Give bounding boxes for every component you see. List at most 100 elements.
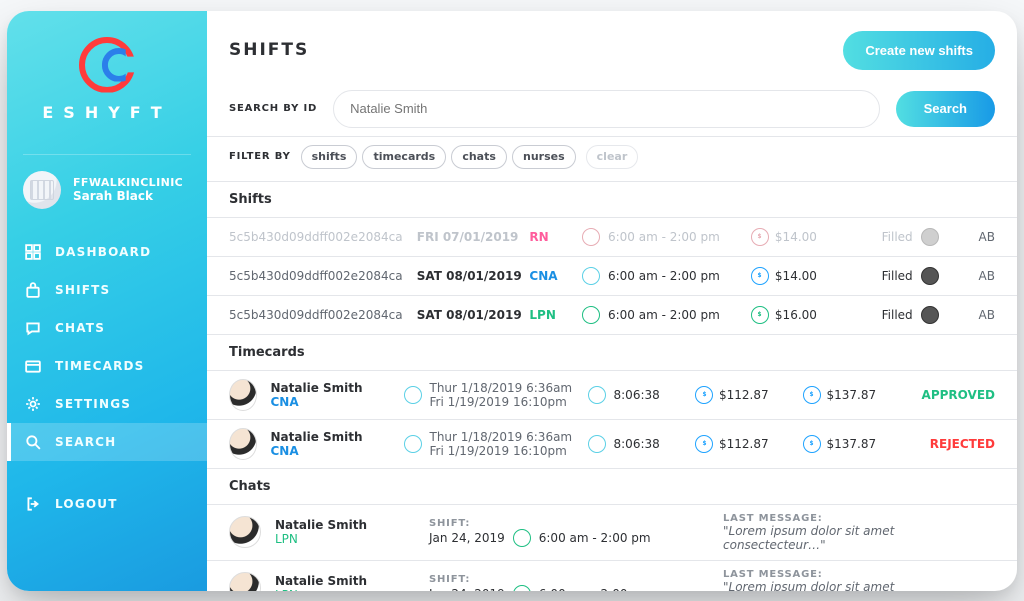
filter-chips: shifts timecards chats nurses	[301, 145, 576, 169]
clock-icon	[588, 386, 606, 404]
svg-text:$: $	[758, 273, 762, 279]
search-button[interactable]: Search	[896, 91, 995, 127]
sidebar-item-timecards[interactable]: TIMECARDS	[7, 347, 207, 385]
filter-chip-nurses[interactable]: nurses	[512, 145, 576, 169]
chats-list: Natalie SmithLPN SHIFT:Jan 24, 20196:00 a…	[207, 505, 1017, 591]
shift-date: FRI 07/01/2019	[417, 230, 530, 244]
sidebar-item-chats[interactable]: CHATS	[7, 309, 207, 347]
brand: ESHYFT	[7, 11, 207, 140]
filter-clear-chip[interactable]: clear	[586, 145, 639, 169]
timecard-name: Natalie SmithCNA	[271, 381, 390, 409]
shift-time: 6:00 am - 2:00 pm	[582, 306, 751, 324]
chat-name: Natalie SmithLPN	[275, 518, 415, 546]
filter-chip-shifts[interactable]: shifts	[301, 145, 358, 169]
timecard-amount2: $ $137.87	[803, 435, 897, 453]
section-shifts-title: Shifts	[207, 182, 1017, 218]
sidebar: ESHYFT FFWALKINCLINIC Sarah Black DASHBO…	[7, 11, 207, 591]
search-icon	[25, 434, 41, 450]
shift-time: 6:00 am - 2:00 pm	[582, 267, 751, 285]
shift-status: Filled	[845, 306, 939, 324]
avatar-icon	[229, 516, 261, 548]
svg-text:$: $	[809, 392, 813, 398]
sidebar-item-logout[interactable]: LOGOUT	[7, 485, 207, 523]
sidebar-item-shifts[interactable]: SHIFTS	[7, 271, 207, 309]
clock-icon	[404, 435, 422, 453]
nav: DASHBOARDSHIFTSCHATS TIMECARDS SETTINGS SEA…	[7, 225, 207, 523]
shift-code: AB	[939, 269, 995, 283]
cup-icon	[582, 228, 600, 246]
shift-row[interactable]: 5c5b430d09ddff002e2084caSAT 08/01/2019LP…	[207, 296, 1017, 335]
chat-last: LAST MESSAGE:"Lorem ipsum dolor sit amet…	[723, 513, 995, 552]
section-chats-title: Chats	[207, 469, 1017, 505]
shift-role: LPN	[529, 308, 582, 322]
shift-status: Filled	[845, 228, 939, 246]
money-icon: $	[695, 435, 713, 453]
shift-role: CNA	[529, 269, 582, 283]
chat-name: Natalie SmithLPN	[275, 574, 415, 591]
svg-text:$: $	[702, 392, 706, 398]
org-name: FFWALKINCLINIC	[73, 176, 183, 189]
shift-rate: $ $14.00	[751, 228, 845, 246]
filter-chip-chats[interactable]: chats	[451, 145, 507, 169]
timecard-duration: 8:06:38	[588, 435, 682, 453]
shift-code: AB	[939, 230, 995, 244]
cup-icon	[582, 267, 600, 285]
app-window: { "brand":{"name":"ESHYFT"}, "profile":{…	[7, 11, 1017, 591]
shift-role: RN	[529, 230, 582, 244]
shift-code: AB	[939, 308, 995, 322]
money-icon: $	[695, 386, 713, 404]
timecard-amount2: $ $137.87	[803, 386, 897, 404]
dashboard-icon	[25, 244, 41, 260]
cup-icon	[582, 306, 600, 324]
avatar-icon	[229, 379, 257, 411]
timecard-range: Thur 1/18/2019 6:36amFri 1/19/2019 16:10…	[404, 381, 574, 409]
sidebar-item-settings[interactable]: SETTINGS	[7, 385, 207, 423]
create-shifts-button[interactable]: Create new shifts	[843, 31, 995, 70]
clock-icon	[588, 435, 606, 453]
shift-row[interactable]: 5c5b430d09ddff002e2084caFRI 07/01/2019RN…	[207, 218, 1017, 257]
timecard-status: REJECTED	[910, 437, 995, 451]
settings-icon	[25, 396, 41, 412]
search-row: SEARCH BY ID Search	[207, 90, 1017, 137]
money-icon: $	[803, 435, 821, 453]
timecard-row[interactable]: Natalie SmithCNA Thur 1/18/2019 6:36amFr…	[207, 420, 1017, 469]
money-icon: $	[751, 306, 769, 324]
profile: FFWALKINCLINIC Sarah Black	[23, 154, 191, 209]
shift-id: 5c5b430d09ddff002e2084ca	[229, 269, 417, 283]
svg-text:$: $	[809, 441, 813, 447]
svg-text:$: $	[758, 312, 762, 318]
brand-name: ESHYFT	[42, 103, 171, 122]
assignee-avatar-icon	[921, 267, 939, 285]
shift-time: 6:00 am - 2:00 pm	[582, 228, 751, 246]
brand-mark-icon	[79, 37, 135, 93]
sidebar-item-label: LOGOUT	[55, 497, 118, 511]
shift-row[interactable]: 5c5b430d09ddff002e2084caSAT 08/01/2019CN…	[207, 257, 1017, 296]
chat-row[interactable]: Natalie SmithLPN SHIFT:Jan 24, 20196:00 a…	[207, 561, 1017, 591]
clock-icon	[404, 386, 422, 404]
timecard-name: Natalie SmithCNA	[271, 430, 390, 458]
search-input[interactable]	[333, 90, 880, 128]
chat-shift: SHIFT:Jan 24, 20196:00 am - 2:00 pm	[429, 518, 709, 547]
shifts-list: 5c5b430d09ddff002e2084caFRI 07/01/2019RN…	[207, 218, 1017, 335]
shift-status: Filled	[845, 267, 939, 285]
sidebar-item-label: TIMECARDS	[55, 359, 145, 373]
sidebar-item-label: SETTINGS	[55, 397, 131, 411]
search-label: SEARCH BY ID	[229, 103, 317, 114]
chat-row[interactable]: Natalie SmithLPN SHIFT:Jan 24, 20196:00 a…	[207, 505, 1017, 561]
filter-label: FILTER BY	[229, 151, 291, 162]
timecard-row[interactable]: Natalie SmithCNA Thur 1/18/2019 6:36amFr…	[207, 371, 1017, 420]
logout-icon	[25, 496, 41, 512]
content[interactable]: Shifts 5c5b430d09ddff002e2084caFRI 07/01…	[207, 182, 1017, 591]
assignee-avatar-icon	[921, 228, 939, 246]
sidebar-item-search[interactable]: SEARCH	[7, 423, 207, 461]
sidebar-item-dashboard[interactable]: DASHBOARD	[7, 233, 207, 271]
timecard-amount1: $ $112.87	[695, 386, 789, 404]
page-title: SHIFTS	[229, 40, 309, 60]
timecards-list: Natalie SmithCNA Thur 1/18/2019 6:36amFr…	[207, 371, 1017, 469]
filter-chip-timecards[interactable]: timecards	[362, 145, 446, 169]
topbar: SHIFTS Create new shifts	[207, 11, 1017, 90]
money-icon: $	[751, 267, 769, 285]
chat-shift: SHIFT:Jan 24, 20196:00 am - 2:00 pm	[429, 574, 709, 591]
cup-icon	[513, 585, 531, 591]
shift-id: 5c5b430d09ddff002e2084ca	[229, 230, 417, 244]
